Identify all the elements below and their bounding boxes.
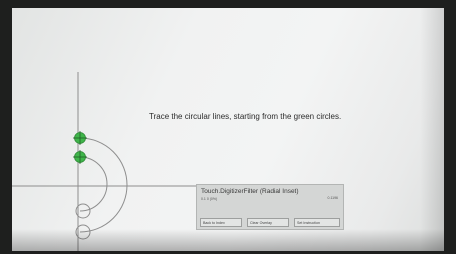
panel-right-value: 0.1196 (327, 196, 338, 200)
panel-title: Touch.DigitizerFilter (Radial Inset) (201, 188, 299, 195)
back-to-index-button[interactable]: Back to Index (200, 218, 242, 227)
outer-arc-path (79, 137, 128, 233)
clear-overlay-button[interactable]: Clear Overlay (247, 218, 289, 227)
inner-arc-path (79, 156, 108, 212)
instruction-text: Trace the circular lines, starting from … (149, 112, 342, 121)
digitizer-panel: Touch.DigitizerFilter (Radial Inset) 0.1… (196, 184, 344, 230)
monitor-screen: Trace the circular lines, starting from … (12, 8, 444, 251)
set-instruction-button[interactable]: Set Instruction (294, 218, 340, 227)
panel-left-value: 0.1 0 (0%) (201, 197, 218, 201)
